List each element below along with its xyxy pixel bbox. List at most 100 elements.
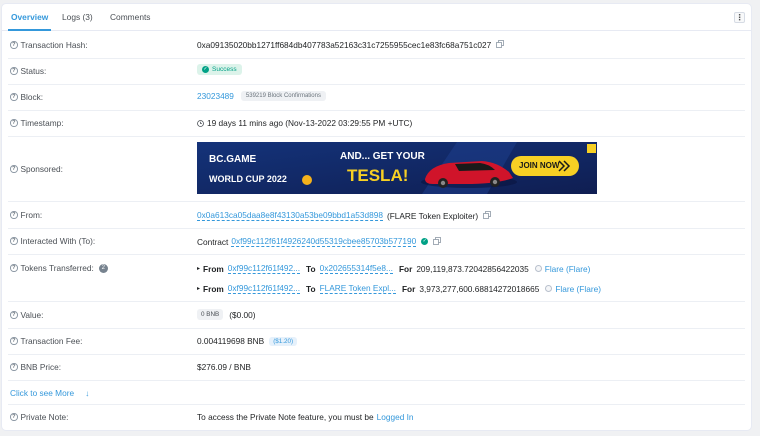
value-value: 0 BNB ($0.00) <box>197 309 256 320</box>
hash-value-row: 0xa09135020bb1271ff684db407783a52163c31c… <box>197 40 505 50</box>
more-options-button[interactable]: ⋮ <box>734 12 745 23</box>
hash-label: ? Transaction Hash: <box>10 40 88 50</box>
flare-token-icon <box>534 265 542 272</box>
from-address-link[interactable]: 0x0a613ca05daa8e8f43130a53be09bbd1a53d89… <box>197 210 383 221</box>
token-transfer-row: ▸ From 0xf99c112f61f492... To 0x20265531… <box>197 263 590 274</box>
to-word: To <box>306 283 316 294</box>
value-label-text: Value: <box>20 310 44 320</box>
divider <box>8 328 745 329</box>
divider <box>8 201 745 202</box>
login-link[interactable]: Logged In <box>377 412 414 422</box>
token-link[interactable]: Flare (Flare) <box>555 284 601 294</box>
to-word: To <box>306 263 316 274</box>
note-label-text: Private Note: <box>20 412 69 422</box>
banner-sub: WORLD CUP 2022 <box>209 174 287 184</box>
transfer-to-link[interactable]: 0x202655314f5e8... <box>319 263 393 274</box>
divider <box>8 301 745 302</box>
from-name: (FLARE Token Exploiter) <box>386 210 479 221</box>
tokens-count-badge: 2 <box>98 263 108 273</box>
for-word: For <box>398 263 413 274</box>
interacted-value: Contract 0xf99c112f61f4926240d55319cbee8… <box>197 236 442 247</box>
copy-icon[interactable] <box>483 210 492 221</box>
hash-label-text: Transaction Hash: <box>20 40 88 50</box>
tab-logs[interactable]: Logs (3) <box>62 12 93 22</box>
arrow-down-icon: ↓ <box>85 388 90 398</box>
note-value: To access the Private Note feature, you … <box>197 412 414 422</box>
help-icon[interactable]: ? <box>10 363 18 371</box>
banner-brand: BC.GAME <box>209 154 257 165</box>
from-word: From <box>203 283 224 294</box>
contract-address-link[interactable]: 0xf99c112f61f4926240d55319cbee85703b5771… <box>231 236 417 247</box>
see-more-label[interactable]: Click to see More <box>10 388 74 398</box>
see-more-toggle[interactable]: Click to see More ↓ <box>10 388 89 398</box>
help-icon[interactable]: ? <box>10 337 18 345</box>
status-badge: ✓ Success <box>197 64 242 75</box>
from-value: 0x0a613ca05daa8e8f43130a53be09bbd1a53d89… <box>197 210 492 221</box>
tab-bar: Overview Logs (3) Comments ⋮ <box>2 4 751 31</box>
transfer-to-link[interactable]: FLARE Token Expl... <box>319 283 396 294</box>
block-number-link[interactable]: 23023489 <box>197 91 234 101</box>
fee-value: 0.004119698 BNB ($1.20) <box>197 336 298 346</box>
help-icon[interactable]: ? <box>10 67 18 75</box>
tab-overview[interactable]: Overview <box>11 12 48 22</box>
value-pill: 0 BNB <box>197 309 224 320</box>
for-word: For <box>401 283 416 294</box>
note-label: ? Private Note: <box>10 412 68 422</box>
interacted-label: ? Interacted With (To): <box>10 236 95 246</box>
timestamp-label-text: Timestamp: <box>20 118 64 128</box>
bullet-icon: ▸ <box>197 286 201 292</box>
transfer-amount: 209,119,873.72042856422035 <box>416 263 529 274</box>
block-value: 23023489 539219 Block Confirmations <box>197 91 326 101</box>
sponsored-banner[interactable]: BC.GAME WORLD CUP 2022 AND... GET YOUR T… <box>197 142 597 194</box>
banner-cta[interactable]: JOIN NOW <box>519 161 559 170</box>
fee-label-text: Transaction Fee: <box>20 336 83 346</box>
token-transfer-row: ▸ From 0xf99c112f61f492... To FLARE Toke… <box>197 283 601 294</box>
help-icon[interactable]: ? <box>10 264 18 272</box>
divider <box>8 58 745 59</box>
transaction-hash[interactable]: 0xa09135020bb1271ff684db407783a52163c31c… <box>197 40 491 50</box>
bnb-price: $276.09 / BNB <box>197 362 251 372</box>
copy-icon[interactable] <box>496 40 505 50</box>
value-usd: ($0.00) <box>229 309 256 320</box>
token-link[interactable]: Flare (Flare) <box>545 264 591 274</box>
price-label-text: BNB Price: <box>20 362 62 372</box>
timestamp-value: 19 days 11 mins ago (Nov-13-2022 03:29:5… <box>197 118 412 128</box>
transaction-details-card: Overview Logs (3) Comments ⋮ ? Transacti… <box>1 3 752 431</box>
divider <box>8 404 745 405</box>
divider <box>8 354 745 355</box>
tab-comments[interactable]: Comments <box>110 12 151 22</box>
clock-icon <box>197 119 204 127</box>
divider <box>8 228 745 229</box>
sponsored-label: ? Sponsored: <box>10 164 63 174</box>
note-text: To access the Private Note feature, you … <box>197 412 374 422</box>
divider <box>8 136 745 137</box>
help-icon[interactable]: ? <box>10 311 18 319</box>
help-icon[interactable]: ? <box>10 41 18 49</box>
copy-icon[interactable] <box>433 236 442 247</box>
from-word: From <box>203 263 224 274</box>
interacted-label-text: Interacted With (To): <box>20 236 96 246</box>
status-label: ? Status: <box>10 66 46 76</box>
verified-icon: ✓ <box>421 238 429 245</box>
price-value: $276.09 / BNB <box>197 362 251 372</box>
price-label: ? BNB Price: <box>10 362 61 372</box>
value-label: ? Value: <box>10 310 43 320</box>
help-icon[interactable]: ? <box>10 119 18 127</box>
fee-amount: 0.004119698 BNB <box>197 336 265 346</box>
token-transfers-list: ▸ From 0xf99c112f61f492... To 0x20265531… <box>197 263 601 294</box>
transfer-amount: 3,973,277,600.68814272018665 <box>419 283 540 294</box>
help-icon[interactable]: ? <box>10 413 18 421</box>
tokens-label: ? Tokens Transferred: 2 <box>10 263 108 273</box>
divider <box>8 254 745 255</box>
transfer-from-link[interactable]: 0xf99c112f61f492... <box>227 263 301 274</box>
transfer-from-link[interactable]: 0xf99c112f61f492... <box>227 283 301 294</box>
sponsored-label-text: Sponsored: <box>20 164 63 174</box>
contract-prefix: Contract <box>197 236 229 247</box>
help-icon[interactable]: ? <box>10 237 18 245</box>
status-value: ✓ Success <box>197 64 242 75</box>
status-label-text: Status: <box>20 66 47 76</box>
help-icon[interactable]: ? <box>10 93 18 101</box>
help-icon[interactable]: ? <box>10 165 18 173</box>
help-icon[interactable]: ? <box>10 211 18 219</box>
tokens-label-text: Tokens Transferred: <box>20 263 94 273</box>
